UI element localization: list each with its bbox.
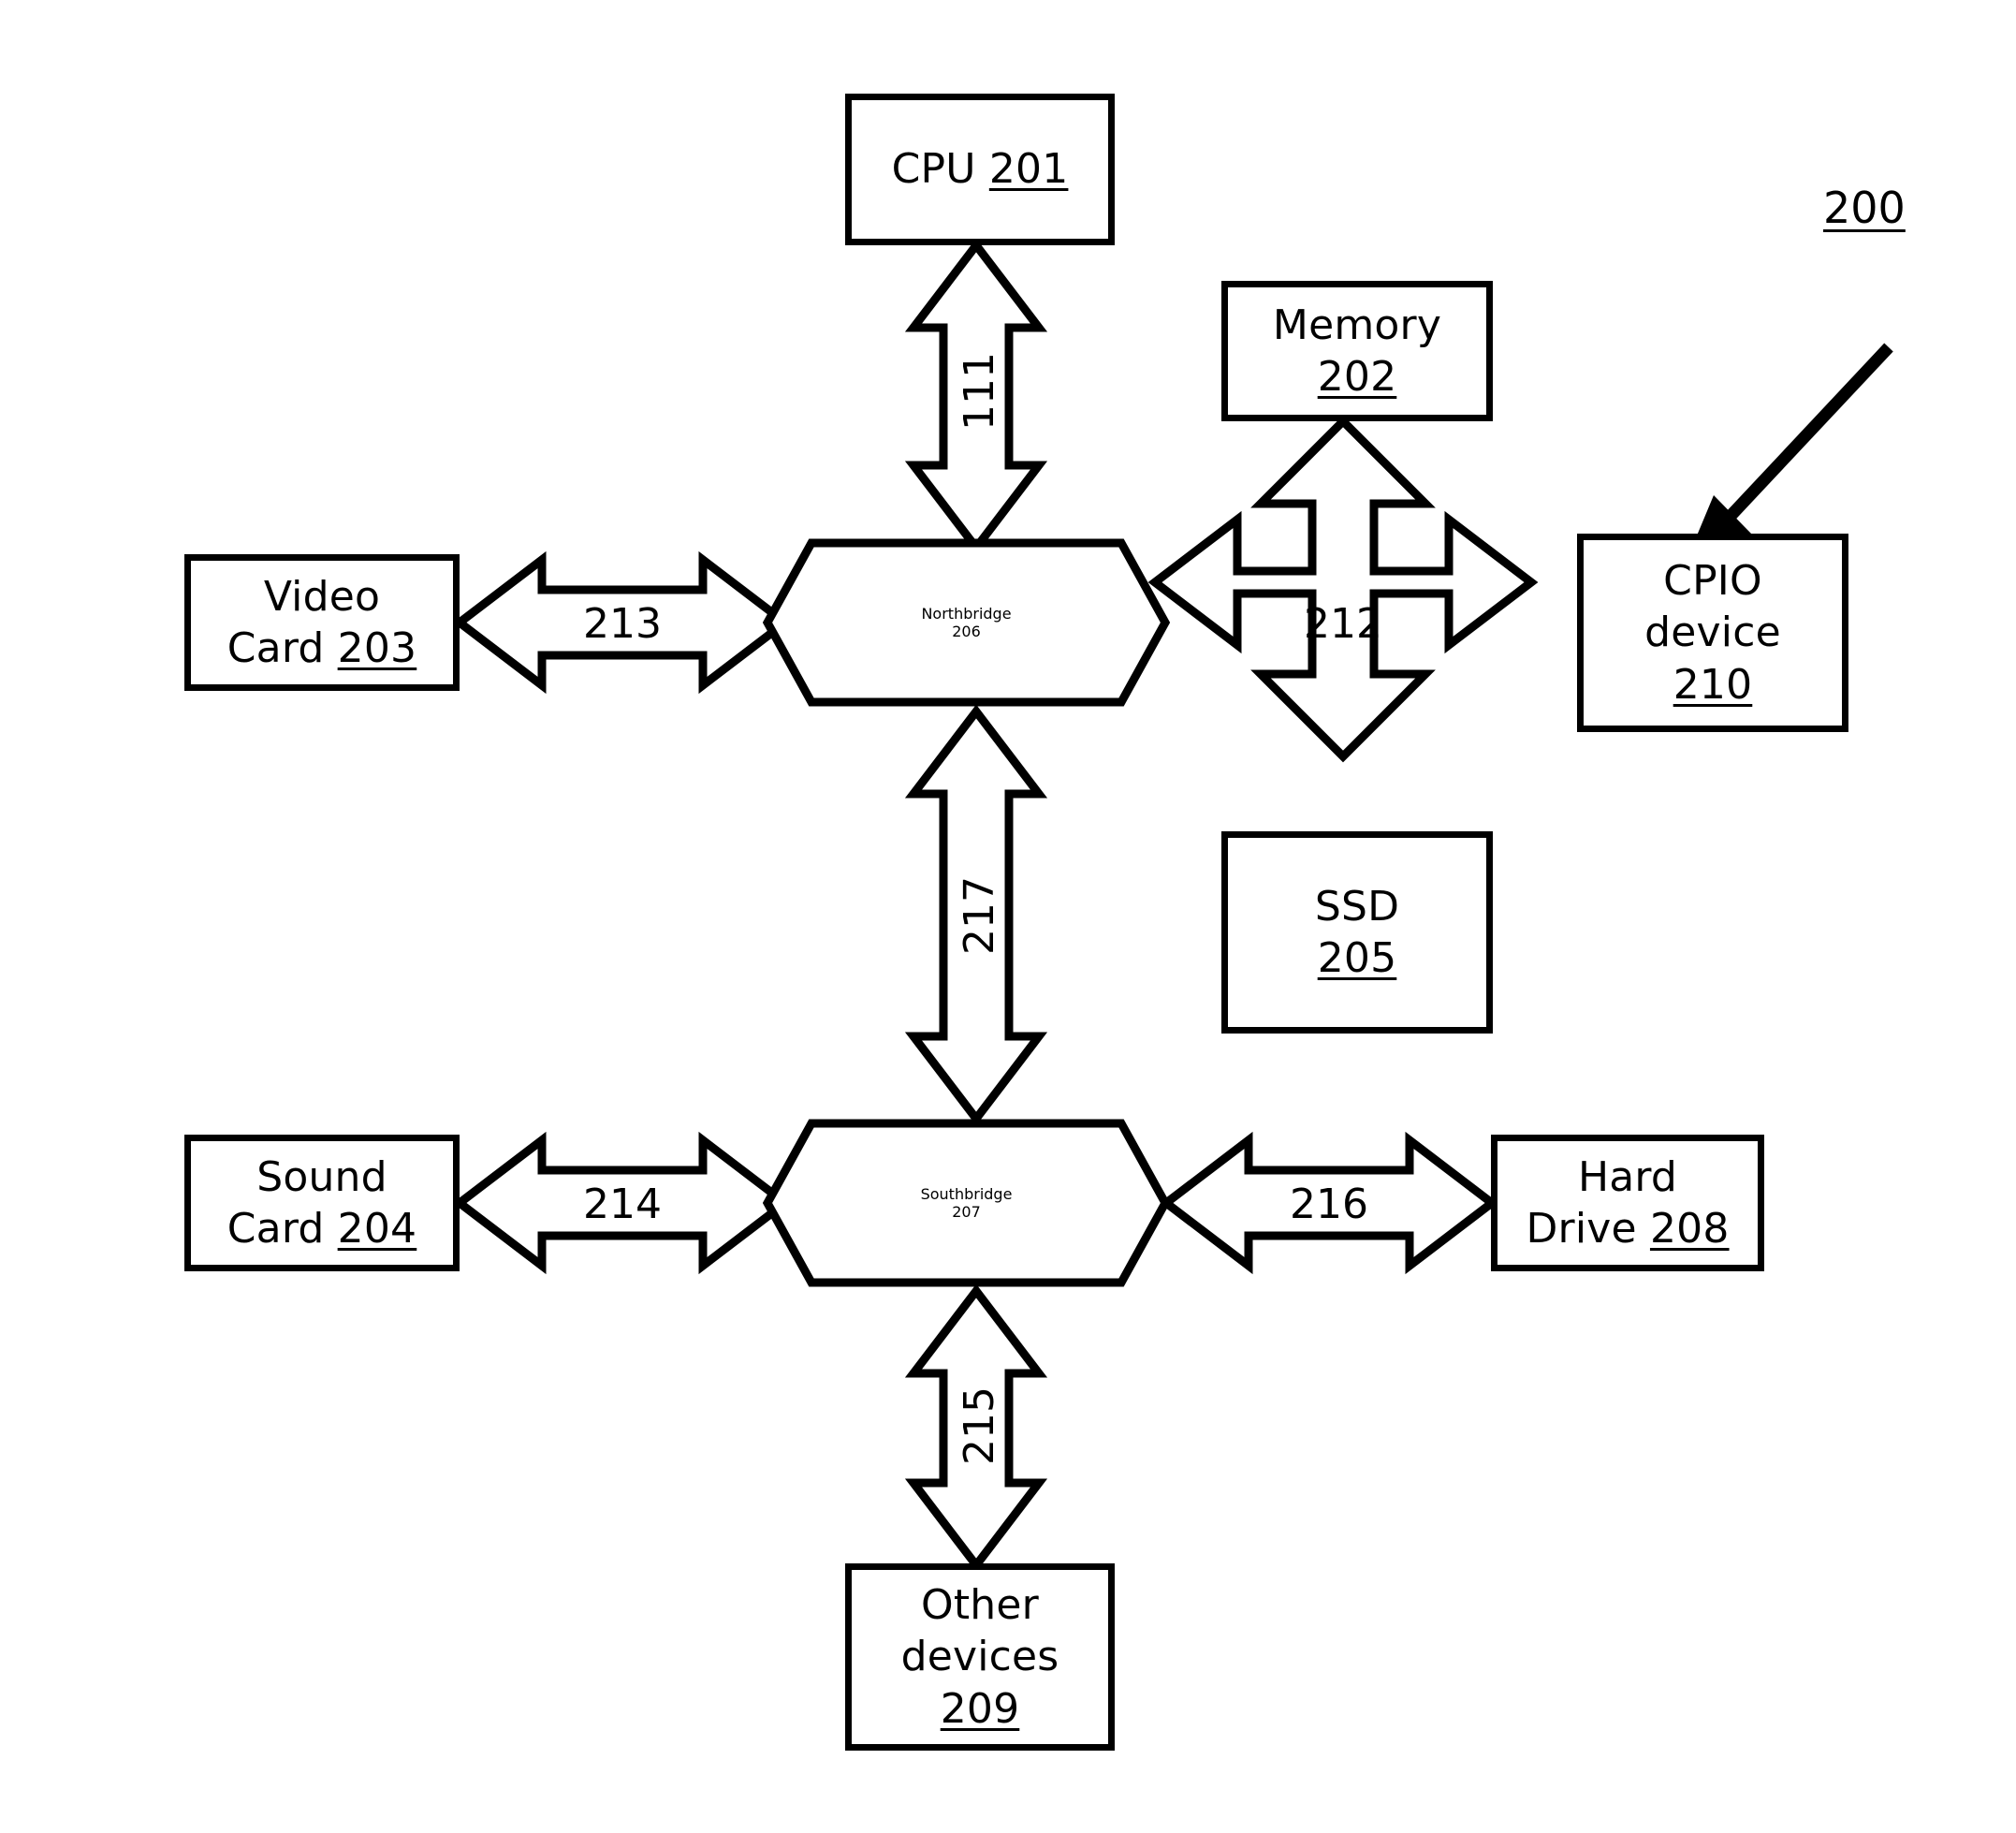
- connector-layer: .blk { fill:#ffffff; stroke:#000000; str…: [452, 238, 1893, 1573]
- node-cpu-text: CPU 201: [892, 143, 1069, 195]
- node-cpu-ref: 201: [988, 145, 1069, 194]
- node-other-devices-name-line1: Other: [921, 1580, 1039, 1629]
- connector-label-217: 217: [956, 876, 1003, 955]
- diagram-canvas: .blk { fill:#ffffff; stroke:#000000; str…: [0, 0, 2016, 1833]
- node-memory[interactable]: Memory 202: [1221, 281, 1493, 421]
- node-cpu-name: CPU: [891, 145, 976, 194]
- node-video-card-ref: 203: [337, 624, 417, 672]
- node-hard-drive-name-line1: Hard: [1577, 1152, 1678, 1201]
- node-northbridge-ref: 206: [952, 623, 981, 640]
- node-other-devices-name-line2: devices: [900, 1633, 1059, 1681]
- node-southbridge[interactable]: Southbridge 207: [763, 1119, 1170, 1287]
- node-hard-drive-name-line2: Drive: [1526, 1205, 1637, 1253]
- figure-label: 200: [1823, 183, 1906, 233]
- node-cpio-device-name-line2: device: [1644, 609, 1781, 657]
- node-ssd-ref: 205: [1317, 934, 1397, 982]
- node-video-card-name-line2: Card: [226, 624, 325, 672]
- node-cpu[interactable]: CPU 201: [845, 94, 1115, 245]
- node-hard-drive-ref: 208: [1649, 1205, 1730, 1253]
- node-cpio-device-text: CPIO device 210: [1644, 555, 1781, 711]
- node-ssd[interactable]: SSD 205: [1221, 831, 1493, 1034]
- node-hard-drive[interactable]: Hard Drive 208: [1491, 1135, 1764, 1271]
- node-sound-card[interactable]: Sound Card 204: [184, 1135, 460, 1271]
- figure-label-ref: 200: [1823, 183, 1906, 233]
- connector-label-213: 213: [583, 600, 662, 648]
- node-cpio-device[interactable]: CPIO device 210: [1577, 534, 1848, 732]
- node-sound-card-text: Sound Card 204: [227, 1151, 417, 1255]
- node-ssd-text: SSD 205: [1315, 881, 1399, 985]
- node-sound-card-ref: 204: [337, 1205, 417, 1253]
- connector-arrow-212: [1147, 415, 1539, 763]
- node-video-card[interactable]: Video Card 203: [184, 554, 460, 691]
- node-memory-name: Memory: [1272, 301, 1442, 349]
- node-southbridge-text: Southbridge 207: [763, 1119, 1170, 1287]
- node-southbridge-ref: 207: [952, 1203, 981, 1221]
- node-sound-card-name-line1: Sound: [256, 1152, 387, 1201]
- connector-label-212: 212: [1304, 600, 1382, 648]
- connector-label-215: 215: [956, 1386, 1003, 1465]
- node-northbridge-text: Northbridge 206: [763, 538, 1170, 707]
- node-memory-ref: 202: [1317, 353, 1397, 401]
- node-video-card-text: Video Card 203: [227, 571, 417, 675]
- connector-label-214: 214: [583, 1180, 662, 1228]
- connector-label-216: 216: [1290, 1180, 1368, 1228]
- node-sound-card-name-line2: Card: [226, 1205, 325, 1253]
- node-cpio-device-name-line1: CPIO: [1663, 556, 1762, 605]
- node-cpio-device-ref: 210: [1673, 660, 1753, 709]
- figure-pointer-arrow-icon: [1686, 343, 1893, 563]
- node-northbridge[interactable]: Northbridge 206: [763, 538, 1170, 707]
- node-other-devices-ref: 209: [940, 1684, 1020, 1733]
- node-other-devices[interactable]: Other devices 209: [845, 1563, 1115, 1751]
- node-memory-text: Memory 202: [1273, 300, 1441, 403]
- node-ssd-name: SSD: [1314, 882, 1400, 931]
- node-video-card-name-line1: Video: [263, 572, 381, 621]
- node-northbridge-name: Northbridge: [921, 605, 1012, 623]
- node-hard-drive-text: Hard Drive 208: [1526, 1151, 1729, 1255]
- connector-label-111: 111: [956, 352, 1003, 431]
- node-other-devices-text: Other devices 209: [901, 1579, 1059, 1735]
- node-southbridge-name: Southbridge: [920, 1185, 1013, 1203]
